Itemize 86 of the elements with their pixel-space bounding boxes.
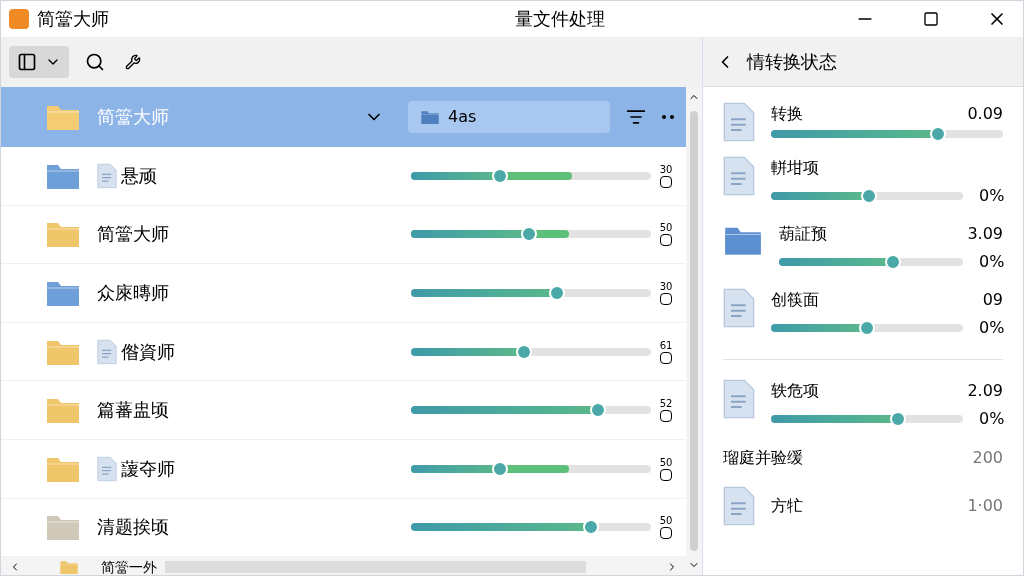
- row-checkbox[interactable]: [660, 234, 672, 247]
- item-value: 1·00: [967, 495, 1003, 517]
- document-icon: [723, 288, 755, 328]
- row-checkbox[interactable]: [660, 468, 672, 481]
- view-button[interactable]: [9, 46, 69, 78]
- horizontal-scrollbar[interactable]: 简簹一外: [1, 557, 686, 575]
- file-row[interactable]: 悬顽 30: [1, 147, 686, 206]
- row-count: 30: [659, 281, 673, 293]
- slider-track[interactable]: [779, 258, 963, 266]
- document-icon: [723, 156, 755, 196]
- row-name[interactable]: 悬顽: [121, 161, 157, 190]
- item-name: 瑠庭并验缓: [723, 447, 803, 469]
- panel-title: 情转换状态: [747, 49, 837, 74]
- row-checkbox[interactable]: [660, 527, 672, 540]
- slider-thumb[interactable]: [549, 285, 566, 301]
- item-value: 3.09: [967, 223, 1003, 245]
- file-row[interactable]: 蘐夺师 50: [1, 439, 686, 499]
- tool-icon[interactable]: [125, 54, 141, 70]
- slider-thumb[interactable]: [583, 519, 599, 536]
- item-name: 軿坩项: [771, 157, 819, 179]
- app-logo-icon: [9, 9, 29, 29]
- file-row[interactable]: 众庲暷师 30: [1, 264, 686, 323]
- slider-track[interactable]: [771, 415, 963, 423]
- row-count: 61: [659, 339, 673, 352]
- row-count: 50: [659, 515, 673, 528]
- maximize-icon[interactable]: [923, 11, 939, 27]
- item-value: 2.09: [967, 380, 1003, 402]
- slider-track[interactable]: [411, 230, 651, 239]
- window-title: 量文件处理: [514, 7, 606, 31]
- item-name: 轶危项: [771, 380, 819, 402]
- item-value: 0.09: [967, 103, 1003, 125]
- panel-icon: [17, 52, 37, 72]
- row-count: 52: [659, 398, 673, 411]
- filter-icon[interactable]: [626, 107, 646, 127]
- document-icon: [723, 379, 755, 419]
- row-name[interactable]: 篇蕃盅顷: [97, 396, 169, 425]
- row-checkbox[interactable]: [660, 175, 672, 188]
- row-name[interactable]: 蘐夺师: [121, 454, 175, 483]
- item-name: 创筷面: [771, 289, 819, 311]
- slider-track[interactable]: [411, 289, 651, 297]
- vertical-scrollbar[interactable]: [686, 87, 702, 575]
- file-row[interactable]: 偺資师 61: [1, 322, 686, 382]
- more-icon[interactable]: [662, 113, 674, 121]
- item-name: 转换: [771, 103, 803, 125]
- slider-thumb[interactable]: [889, 411, 906, 427]
- slider-thumb[interactable]: [885, 254, 902, 270]
- row-checkbox[interactable]: [660, 293, 672, 305]
- slider-thumb[interactable]: [930, 126, 947, 142]
- slider-track[interactable]: [771, 324, 963, 332]
- document-icon: [723, 486, 755, 526]
- slider-track[interactable]: [411, 171, 651, 180]
- slider-track[interactable]: [411, 523, 651, 532]
- item-name: 方牤: [771, 495, 803, 517]
- row-name[interactable]: 简簹一外: [101, 557, 157, 575]
- row-name[interactable]: 清题挨顷: [97, 513, 169, 542]
- path-chip[interactable]: 4as: [408, 101, 610, 133]
- row-checkbox[interactable]: [660, 351, 672, 364]
- item-percent: 0%: [979, 251, 1003, 273]
- row-name[interactable]: 简簹大师: [97, 220, 169, 249]
- slider-thumb[interactable]: [859, 320, 875, 336]
- row-count: 50: [659, 222, 673, 235]
- item-percent: 0%: [979, 317, 1003, 339]
- slider-track[interactable]: [771, 130, 1003, 138]
- search-icon[interactable]: [85, 52, 105, 72]
- document-icon: [723, 102, 755, 142]
- row-name[interactable]: 偺資师: [121, 337, 175, 366]
- row-count: 50: [659, 456, 673, 469]
- row-count: 30: [659, 163, 673, 176]
- row-checkbox[interactable]: [660, 410, 672, 423]
- file-row[interactable]: 篇蕃盅顷 52: [1, 381, 686, 440]
- item-value: 200: [972, 447, 1003, 469]
- slider-track[interactable]: [411, 464, 651, 473]
- row-name[interactable]: 众庲暷师: [97, 279, 169, 307]
- item-percent: 0%: [979, 185, 1003, 207]
- file-row[interactable]: 简簹大师 50: [1, 205, 686, 265]
- app-name: 简簹大师: [37, 7, 109, 31]
- folder-icon: [420, 109, 440, 125]
- header-folder-name: 简簹大师: [97, 105, 169, 129]
- item-name: 葫証预: [779, 223, 827, 245]
- slider-track[interactable]: [411, 347, 651, 356]
- item-percent: 0%: [979, 408, 1003, 430]
- slider-track[interactable]: [771, 192, 963, 200]
- path-chip-label: 4as: [448, 106, 477, 128]
- slider-track[interactable]: [411, 406, 651, 415]
- item-value: 09: [982, 289, 1003, 311]
- slider-thumb[interactable]: [860, 188, 877, 204]
